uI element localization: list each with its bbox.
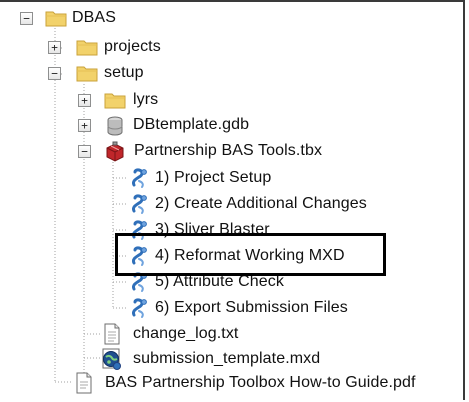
script-tool-icon xyxy=(132,168,147,188)
expand-toggle[interactable]: + xyxy=(78,94,91,107)
tree-node-label: submission_template.mxd xyxy=(133,350,321,367)
tree-node-label: 5) Attribute Check xyxy=(155,273,284,290)
tree-node-label: Partnership BAS Tools.tbx xyxy=(134,142,323,159)
folder-icon xyxy=(104,93,126,109)
tree-node-label: 3) Sliver Blaster xyxy=(155,221,270,238)
folder-icon xyxy=(45,11,67,27)
tree-node-label: projects xyxy=(104,38,161,55)
script-tool-icon xyxy=(132,246,147,266)
script-tool-icon xyxy=(132,220,147,240)
expand-toggle[interactable]: + xyxy=(78,119,91,132)
script-tool-icon xyxy=(132,194,147,214)
tree-node-label: setup xyxy=(104,64,144,81)
geodatabase-icon xyxy=(107,116,123,136)
tree-node-label: DBAS xyxy=(72,9,116,26)
folder-icon xyxy=(76,40,98,56)
script-tool-icon xyxy=(132,298,147,318)
tree-node-label: 6) Export Submission Files xyxy=(155,299,348,316)
tree-node-label: 4) Reformat Working MXD xyxy=(155,247,345,264)
collapse-toggle[interactable]: − xyxy=(48,67,61,80)
collapse-toggle[interactable]: − xyxy=(20,12,33,25)
catalog-tree: − DBAS + projects − setup + lyrs + DBtem… xyxy=(0,0,469,402)
expand-toggle[interactable]: + xyxy=(48,41,61,54)
script-tool-icon xyxy=(132,272,147,292)
tree-node-label: DBtemplate.gdb xyxy=(133,116,250,133)
text-file-icon xyxy=(104,323,120,345)
tree-node-label: lyrs xyxy=(133,91,159,108)
tree-node-label: BAS Partnership Toolbox How-to Guide.pdf xyxy=(105,374,416,391)
folder-icon xyxy=(76,66,98,82)
tree-node-label: 1) Project Setup xyxy=(155,169,272,186)
collapse-toggle[interactable]: − xyxy=(78,145,91,158)
tree-node-label: 2) Create Additional Changes xyxy=(155,195,367,212)
toolbox-icon xyxy=(106,141,124,162)
pdf-file-icon xyxy=(76,372,92,394)
map-document-icon xyxy=(102,348,121,370)
tree-node-label: change_log.txt xyxy=(133,325,239,342)
